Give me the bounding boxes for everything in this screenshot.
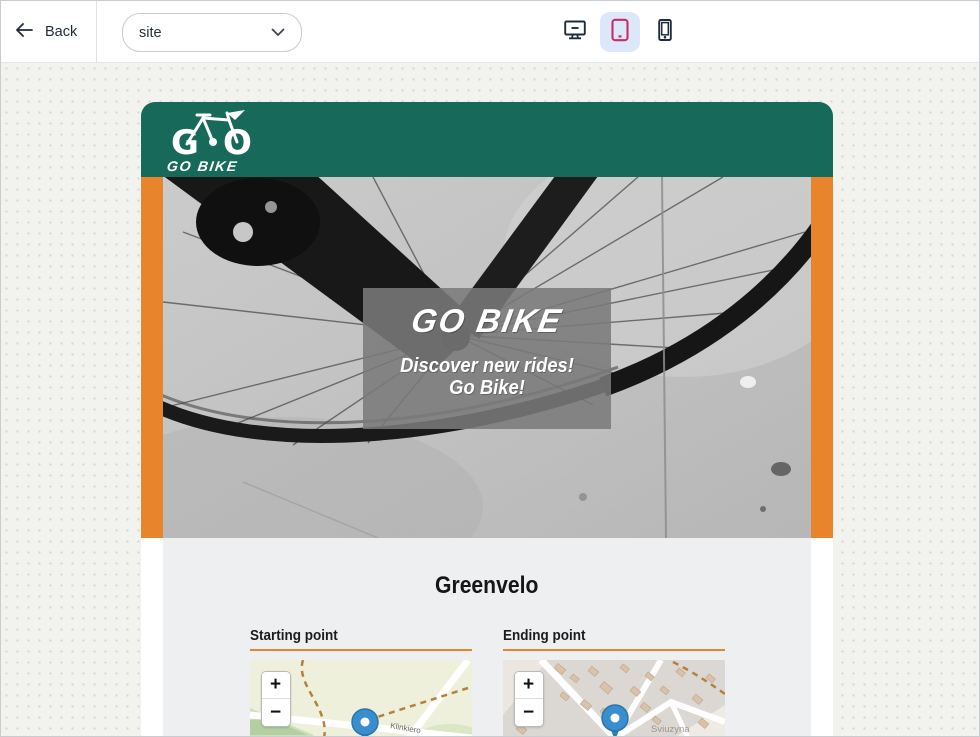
map-zoom-control: + − (261, 671, 291, 727)
mobile-icon (652, 17, 678, 48)
section-title: Greenvelo (163, 538, 811, 600)
map-place-label: Sviuzyna (651, 724, 690, 735)
device-mobile-button[interactable] (645, 12, 685, 52)
hero-title: GO BIKE (362, 302, 612, 340)
svg-text:O: O (223, 123, 252, 156)
hero-section: GO BIKE Discover new rides! Go Bike! (141, 177, 833, 538)
site-content: Greenvelo Starting point (141, 538, 833, 737)
route-section: Greenvelo Starting point (163, 538, 811, 737)
zoom-in-button[interactable]: + (515, 672, 543, 699)
page-select-dropdown[interactable]: site (122, 13, 302, 52)
device-desktop-button[interactable] (555, 12, 595, 52)
hero-subtitle-line2: Go Bike! (373, 377, 601, 399)
starting-point-column: Starting point (250, 627, 472, 737)
back-label: Back (45, 24, 77, 40)
ending-point-column: Ending point (503, 627, 725, 737)
app-window: Back site (0, 0, 980, 737)
map-zoom-control: + − (514, 671, 544, 727)
chevron-down-icon (271, 25, 285, 41)
starting-point-heading: Starting point (250, 627, 472, 651)
tablet-icon (607, 17, 633, 48)
top-toolbar: Back site (1, 1, 979, 63)
hero-left-orange-bar (141, 177, 163, 538)
page-select-value: site (139, 25, 162, 41)
svg-text:G: G (171, 123, 199, 156)
device-tablet-button[interactable] (600, 12, 640, 52)
toolbar-divider (96, 1, 97, 62)
hero-right-orange-bar (811, 177, 833, 538)
back-arrow-icon (15, 23, 33, 41)
site-header: G O GO BIKE (141, 102, 833, 177)
logo-wordmark: GO BIKE (166, 158, 280, 174)
hero-overlay-panel: GO BIKE Discover new rides! Go Bike! (363, 288, 611, 429)
ending-point-map[interactable]: Sviuzyna + − (503, 660, 725, 737)
preview-canvas: G O GO BIKE (1, 63, 979, 737)
zoom-in-button[interactable]: + (262, 672, 290, 699)
site-logo[interactable]: G O GO BIKE (167, 108, 277, 174)
zoom-out-button[interactable]: − (262, 699, 290, 726)
desktop-icon (562, 17, 588, 48)
zoom-out-button[interactable]: − (515, 699, 543, 726)
maps-row: Starting point (163, 627, 811, 737)
site-preview-frame: G O GO BIKE (141, 102, 833, 737)
back-button[interactable]: Back (15, 1, 77, 63)
device-preview-toggle (555, 12, 685, 52)
starting-point-map[interactable]: Klinkiero + − (250, 660, 472, 737)
ending-point-heading: Ending point (503, 627, 725, 651)
hero-subtitle-line1: Discover new rides! (373, 355, 601, 377)
